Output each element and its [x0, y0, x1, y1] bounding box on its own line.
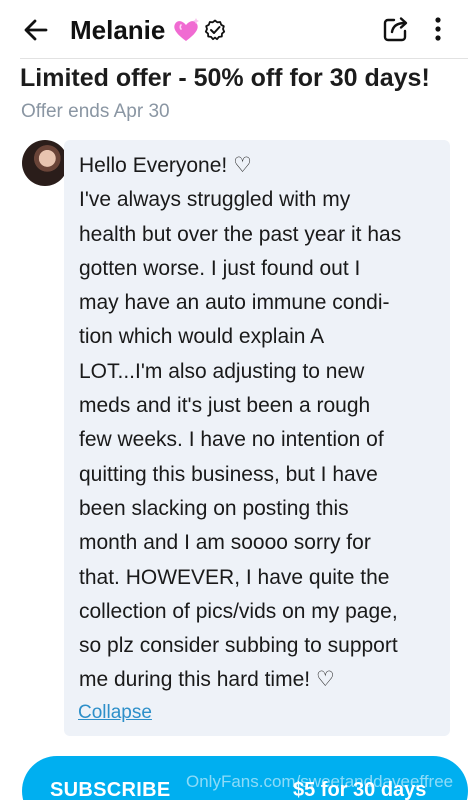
- more-options-button[interactable]: [428, 14, 448, 44]
- collapse-link[interactable]: Collapse: [78, 702, 152, 724]
- post-page: Melanie Limited offer - 50% off for 30 d…: [0, 0, 468, 800]
- creator-title-group[interactable]: Melanie: [70, 12, 227, 48]
- creator-name[interactable]: Melanie: [70, 15, 165, 46]
- verified-badge-icon: [205, 19, 226, 41]
- share-button[interactable]: [381, 14, 411, 44]
- message-text: Hello Everyone! ♡ I've always struggled …: [79, 154, 402, 692]
- subscribe-label[interactable]: SUBSCRIBE: [50, 779, 171, 800]
- header-bar: Melanie: [0, 0, 468, 60]
- more-vertical-icon: [435, 17, 441, 41]
- offer-title: Limited offer - 50% off for 30 days!: [20, 64, 430, 92]
- avatar[interactable]: [22, 140, 68, 186]
- back-arrow-icon: [24, 19, 48, 41]
- header-divider: [20, 58, 468, 59]
- watermark-text: OnlyFans.com/sweetanddaveeffree: [186, 772, 454, 791]
- share-icon: [383, 17, 408, 42]
- back-button[interactable]: [20, 14, 52, 46]
- sparkling-heart-icon: [174, 18, 200, 41]
- offer-expiry: Offer ends Apr 30: [21, 101, 170, 122]
